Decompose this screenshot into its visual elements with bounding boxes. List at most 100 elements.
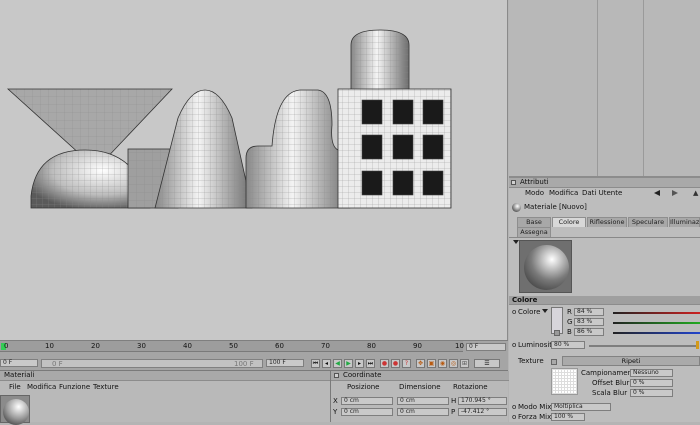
material-name: Materiale [Nuovo]	[524, 203, 587, 211]
mix-mode-bullet-icon: o	[512, 403, 517, 411]
prev-frame-button[interactable]: ◂	[322, 359, 331, 368]
attributes-menu: Modo Modifica Dati Utente ▲	[509, 188, 700, 198]
pla-key-icon[interactable]: ⊞	[460, 359, 469, 368]
start-frame-field[interactable]: 0 F	[0, 359, 38, 367]
tab-speculare[interactable]: Speculare	[628, 217, 668, 227]
materials-header: Materiali	[0, 371, 330, 381]
forward-arrow-icon[interactable]	[672, 190, 678, 196]
play-forward-button[interactable]: ▶	[344, 359, 353, 368]
channel-r-slider[interactable]	[613, 312, 700, 314]
current-frame-field[interactable]: 0 F	[466, 343, 506, 351]
menu-dati-utente[interactable]: Dati Utente	[582, 189, 622, 198]
offset-blur-label: Offset Blur	[592, 379, 630, 387]
channel-b-slider[interactable]	[613, 332, 700, 334]
mix-force-field[interactable]: 100 %	[551, 413, 585, 421]
size-x-field[interactable]: 0 cm	[397, 397, 449, 405]
pos-x-field[interactable]: 0 cm	[341, 397, 393, 405]
tab-divider	[509, 237, 700, 238]
mix-mode-label: Modo Mix	[518, 403, 552, 411]
attributes-tabs: Base Colore Riflessione Speculare Illumi…	[517, 217, 700, 227]
max-frame-field[interactable]: 100 F	[266, 359, 304, 367]
menu-modifica[interactable]: Modifica	[549, 189, 578, 198]
menu-modifica[interactable]: Modifica	[27, 383, 56, 392]
pos-y-field[interactable]: 0 cm	[341, 408, 393, 416]
preview-sphere	[524, 245, 569, 290]
channel-g-field[interactable]: 83 %	[574, 318, 604, 326]
texture-preview[interactable]	[551, 368, 578, 395]
timeline[interactable]: 0 10 20 30 40 50 60 70 80 90 10 0 F 0 F …	[0, 340, 508, 370]
autokey-button[interactable]: ●	[391, 359, 400, 368]
scale-key-icon[interactable]: ▣	[427, 359, 436, 368]
color-dropdown-icon[interactable]	[542, 309, 548, 313]
play-backward-button[interactable]: ◀	[333, 359, 342, 368]
3d-viewport[interactable]	[0, 0, 508, 340]
texture-menu-icon[interactable]	[551, 359, 557, 365]
rot-p-field[interactable]: -47.412 °	[458, 408, 507, 416]
tick-50: 50	[229, 342, 238, 350]
luminosity-slider-handle[interactable]	[696, 341, 699, 349]
param-key-icon[interactable]: ◎	[449, 359, 458, 368]
coords-header: Coordinate	[331, 371, 509, 381]
tick-0: 0	[4, 342, 9, 350]
windowed-cube-object	[337, 88, 452, 209]
material-name-row: Materiale [Nuovo]	[509, 201, 700, 215]
section-header: Colore	[509, 296, 700, 305]
material-thumbnail[interactable]	[0, 395, 30, 425]
channel-b-field[interactable]: 86 %	[574, 328, 604, 336]
color-picker-icon[interactable]	[554, 330, 560, 336]
rounded-block-object	[245, 89, 351, 209]
range-right-label: 100 F	[234, 360, 254, 368]
move-key-icon[interactable]: ✥	[416, 359, 425, 368]
tick-90: 90	[413, 342, 422, 350]
material-thumbnail-sphere	[3, 399, 29, 425]
tab-riflessione[interactable]: Riflessione	[587, 217, 627, 227]
tick-40: 40	[183, 342, 192, 350]
tick-30: 30	[137, 342, 146, 350]
scale-blur-label: Scala Blur	[592, 389, 628, 397]
up-arrow-icon[interactable]: ▲	[693, 189, 698, 198]
sampling-dropdown[interactable]: Nessuno	[630, 369, 673, 377]
rotate-key-icon[interactable]: ◉	[438, 359, 447, 368]
channel-b-label: B	[567, 328, 572, 336]
goto-end-button[interactable]: ⏭	[366, 359, 375, 368]
timeline-menu-icon[interactable]: ☰	[474, 359, 500, 368]
color-bullet-icon: o	[512, 308, 517, 316]
mix-force-label: Forza Mix	[518, 413, 552, 421]
coordinates-panel: Coordinate Posizione Dimensione Rotazion…	[330, 370, 509, 422]
header-rotazione: Rotazione	[453, 383, 488, 391]
panel-checkbox[interactable]	[511, 180, 516, 185]
tab-colore[interactable]: Colore	[552, 217, 586, 227]
object-manager-panel[interactable]	[509, 0, 700, 176]
timeline-ruler[interactable]: 0 10 20 30 40 50 60 70 80 90 10	[0, 341, 464, 352]
luminosity-field[interactable]: 80 %	[551, 341, 585, 349]
mix-force-bullet-icon: o	[512, 413, 517, 421]
mix-mode-dropdown[interactable]: Moltiplica	[551, 403, 611, 411]
goto-start-button[interactable]: ⏮	[311, 359, 320, 368]
coords-checkbox[interactable]	[334, 373, 339, 378]
tab-assegna[interactable]: Assegna	[517, 227, 551, 237]
keyframe-selection-button[interactable]: ?	[402, 359, 411, 368]
tick-10: 10	[45, 342, 54, 350]
tab-illuminazione[interactable]: Illuminazi	[669, 217, 700, 227]
scale-blur-field[interactable]: 0 %	[630, 389, 673, 397]
column-divider	[597, 0, 598, 176]
menu-modo[interactable]: Modo	[525, 189, 544, 198]
range-slider[interactable]: 0 F 100 F	[41, 359, 263, 368]
attributes-panel: Attributi Modo Modifica Dati Utente ▲ Ma…	[509, 176, 700, 422]
record-key-button[interactable]: ●	[380, 359, 389, 368]
tab-base[interactable]: Base	[517, 217, 551, 227]
size-y-field[interactable]: 0 cm	[397, 408, 449, 416]
ripeti-button[interactable]: Ripeti	[562, 356, 700, 366]
channel-r-field[interactable]: 84 %	[574, 308, 604, 316]
menu-file[interactable]: File	[9, 383, 21, 392]
menu-texture[interactable]: Texture	[93, 383, 119, 392]
color-label: Colore	[518, 308, 541, 316]
luminosity-slider[interactable]	[589, 345, 696, 347]
back-arrow-icon[interactable]	[654, 190, 660, 196]
next-frame-button[interactable]: ▸	[355, 359, 364, 368]
menu-funzione[interactable]: Funzione	[59, 383, 90, 392]
channel-g-slider[interactable]	[613, 322, 700, 324]
rot-h-field[interactable]: 170.945 °	[458, 397, 507, 405]
tick-60: 60	[275, 342, 284, 350]
offset-blur-field[interactable]: 0 %	[630, 379, 673, 387]
